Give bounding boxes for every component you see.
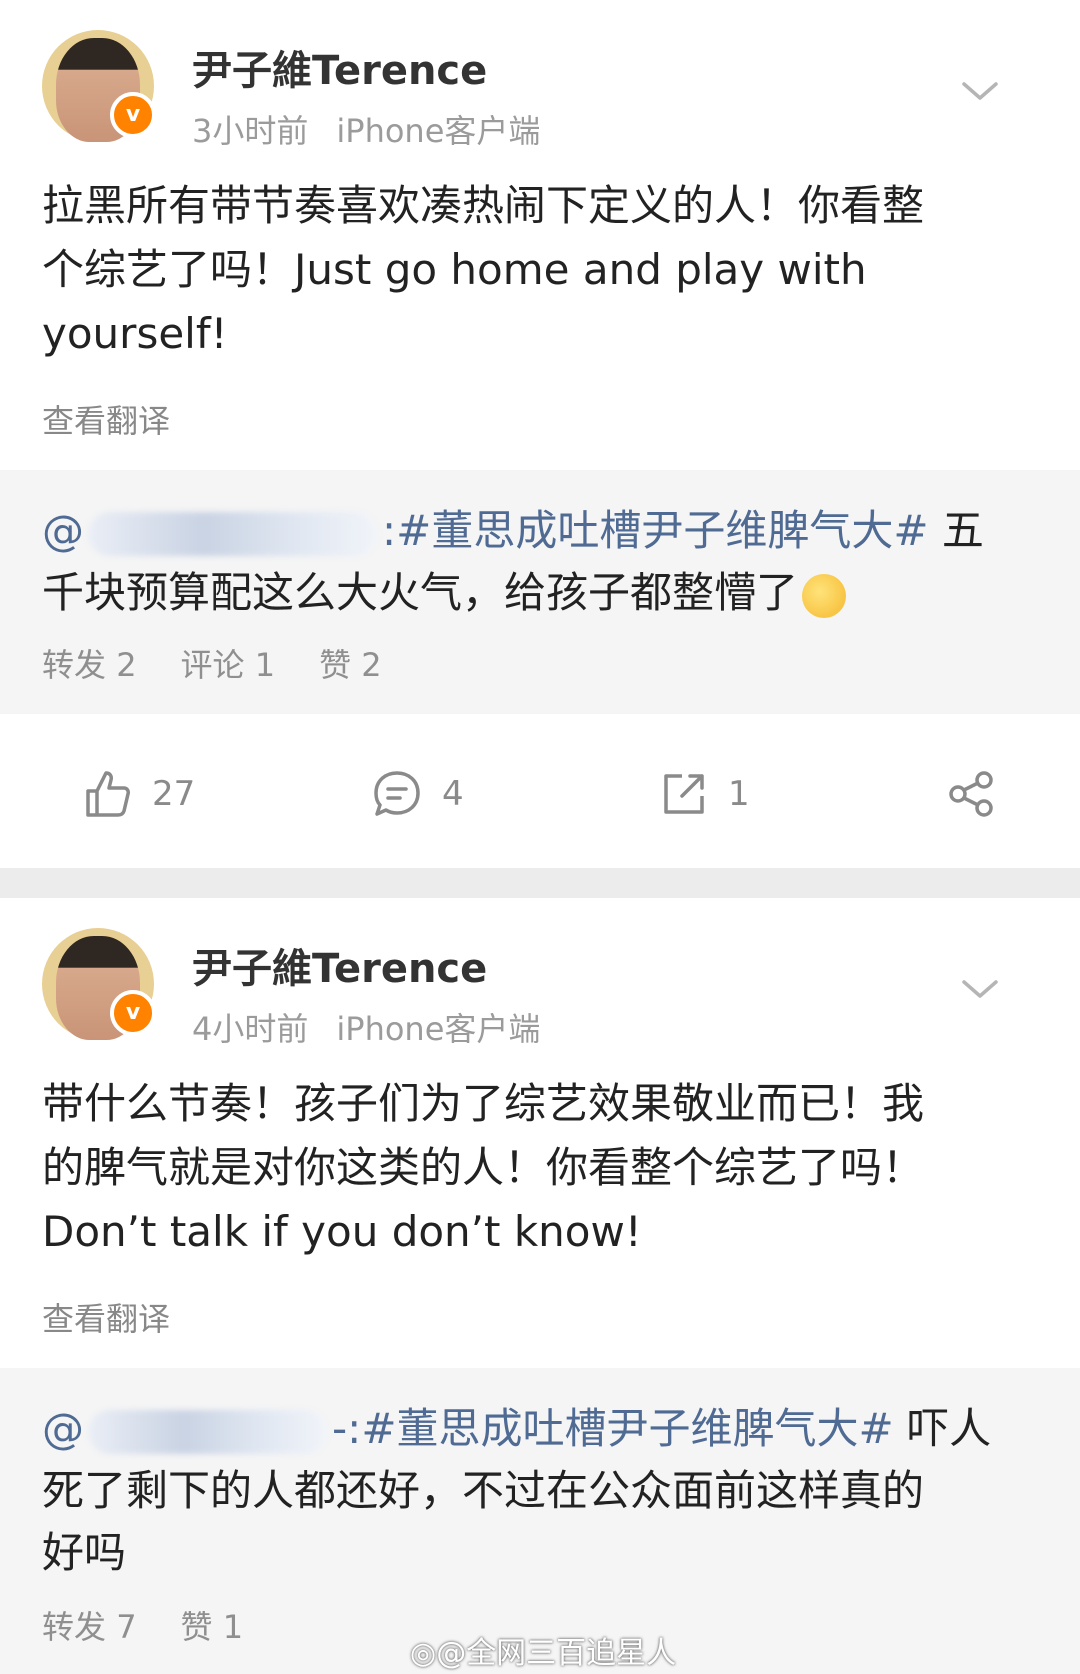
mention-link[interactable]: @ -: xyxy=(42,1404,361,1454)
username[interactable]: 尹子維Terence xyxy=(192,38,487,96)
repost-stat-reposts[interactable]: 转发 7 xyxy=(42,1608,137,1646)
post-header: v 尹子維Terence 3小时前 iPhone客户端 xyxy=(0,0,1080,160)
post-text: 带什么节奏！孩子们为了综艺效果敬业而已！我 的脾气就是对你这类的人！你看整个综艺… xyxy=(42,1072,1042,1264)
mention-link[interactable]: @: xyxy=(42,506,396,556)
post-meta: 4小时前 iPhone客户端 xyxy=(192,1004,540,1050)
weibo-post-2: v 尹子維Terence 4小时前 iPhone客户端 带什么节奏！孩子们为了综艺… xyxy=(0,898,1080,1674)
repost-text-segment: 吓人 xyxy=(907,1404,992,1453)
post-text-line: 拉黑所有带节奏喜欢凑热闹下定义的人！你看整 xyxy=(42,181,925,230)
verified-badge-icon: v xyxy=(110,92,156,138)
repost-stat-likes[interactable]: 赞 2 xyxy=(319,646,382,684)
comment-icon xyxy=(374,771,420,816)
post-text-line: yourself! xyxy=(42,309,228,358)
repost-text-segment: 五 xyxy=(941,506,984,555)
chevron-down-icon[interactable] xyxy=(960,974,1000,1004)
post-text-line: 带什么节奏！孩子们为了综艺效果敬业而已！我 xyxy=(42,1079,925,1128)
repost-text: @:#董思成吐槽尹子维脾气大# 五 千块预算配这么大火气，给孩子都整懵了 xyxy=(42,500,1042,624)
verified-badge-icon: v xyxy=(110,990,156,1036)
post-client: iPhone客户端 xyxy=(336,1010,541,1048)
like-count: 27 xyxy=(152,774,196,814)
post-meta: 3小时前 iPhone客户端 xyxy=(192,106,540,152)
post-text-line: 个综艺了吗！Just go home and play with xyxy=(42,245,867,294)
reposted-content[interactable]: @:#董思成吐槽尹子维脾气大# 五 千块预算配这么大火气，给孩子都整懵了 转发 … xyxy=(0,470,1080,714)
thinking-emoji-icon xyxy=(802,573,847,618)
repost-stat-likes[interactable]: 赞 1 xyxy=(181,1608,244,1646)
comment-count: 4 xyxy=(442,774,464,814)
post-text-line: 的脾气就是对你这类的人！你看整个综艺了吗！ xyxy=(42,1143,925,1192)
translate-link[interactable]: 查看翻译 xyxy=(42,396,170,442)
post-client: iPhone客户端 xyxy=(336,112,541,150)
repost-icon xyxy=(664,774,704,814)
repost-stats: 转发 7 赞 1 xyxy=(42,1602,287,1648)
username[interactable]: 尹子維Terence xyxy=(192,936,487,994)
repost-count: 1 xyxy=(728,774,750,814)
weibo-logo-icon: ◎ xyxy=(410,1636,437,1671)
post-text-line: Don’t talk if you don’t know! xyxy=(42,1207,642,1256)
share-button[interactable] xyxy=(946,768,1016,820)
repost-text-segment: 死了剩下的人都还好，不过在公众面前这样真的 xyxy=(42,1466,925,1515)
weibo-watermark: ◎@全网三百追星人 xyxy=(410,1636,677,1671)
repost-stat-comments[interactable]: 评论 1 xyxy=(181,646,276,684)
hashtag-link[interactable]: #董思成吐槽尹子维脾气大# xyxy=(396,506,928,555)
avatar[interactable]: v xyxy=(42,928,156,1040)
repost-text: @ -:#董思成吐槽尹子维脾气大# 吓人 死了剩下的人都还好，不过在公众面前这样真… xyxy=(42,1398,1042,1584)
post-header: v 尹子維Terence 4小时前 iPhone客户端 xyxy=(0,898,1080,1058)
translate-link[interactable]: 查看翻译 xyxy=(42,1294,170,1340)
share-icon xyxy=(949,771,993,817)
like-button[interactable]: 27 xyxy=(84,768,195,820)
chevron-down-icon[interactable] xyxy=(960,76,1000,106)
repost-button[interactable]: 1 xyxy=(660,768,750,820)
hashtag-link[interactable]: #董思成吐槽尹子维脾气大# xyxy=(361,1404,893,1453)
blurred-username xyxy=(88,1409,328,1454)
repost-stat-reposts[interactable]: 转发 2 xyxy=(42,646,137,684)
repost-text-segment: 好吗 xyxy=(42,1528,127,1577)
comment-button[interactable]: 4 xyxy=(372,768,464,820)
thumbs-up-icon xyxy=(86,771,130,817)
avatar[interactable]: v xyxy=(42,30,156,142)
action-bar: 27 4 1 xyxy=(0,730,1080,850)
post-text: 拉黑所有带节奏喜欢凑热闹下定义的人！你看整 个综艺了吗！Just go home… xyxy=(42,174,1042,366)
weibo-post-1: v 尹子維Terence 3小时前 iPhone客户端 拉黑所有带节奏喜欢凑热闹下… xyxy=(0,0,1080,868)
blurred-username xyxy=(88,511,378,556)
repost-stats: 转发 2 评论 1 赞 2 xyxy=(42,640,426,686)
repost-text-segment: 千块预算配这么大火气，给孩子都整懵了 xyxy=(42,568,799,617)
post-time: 3小时前 xyxy=(192,112,309,150)
post-time: 4小时前 xyxy=(192,1010,309,1048)
